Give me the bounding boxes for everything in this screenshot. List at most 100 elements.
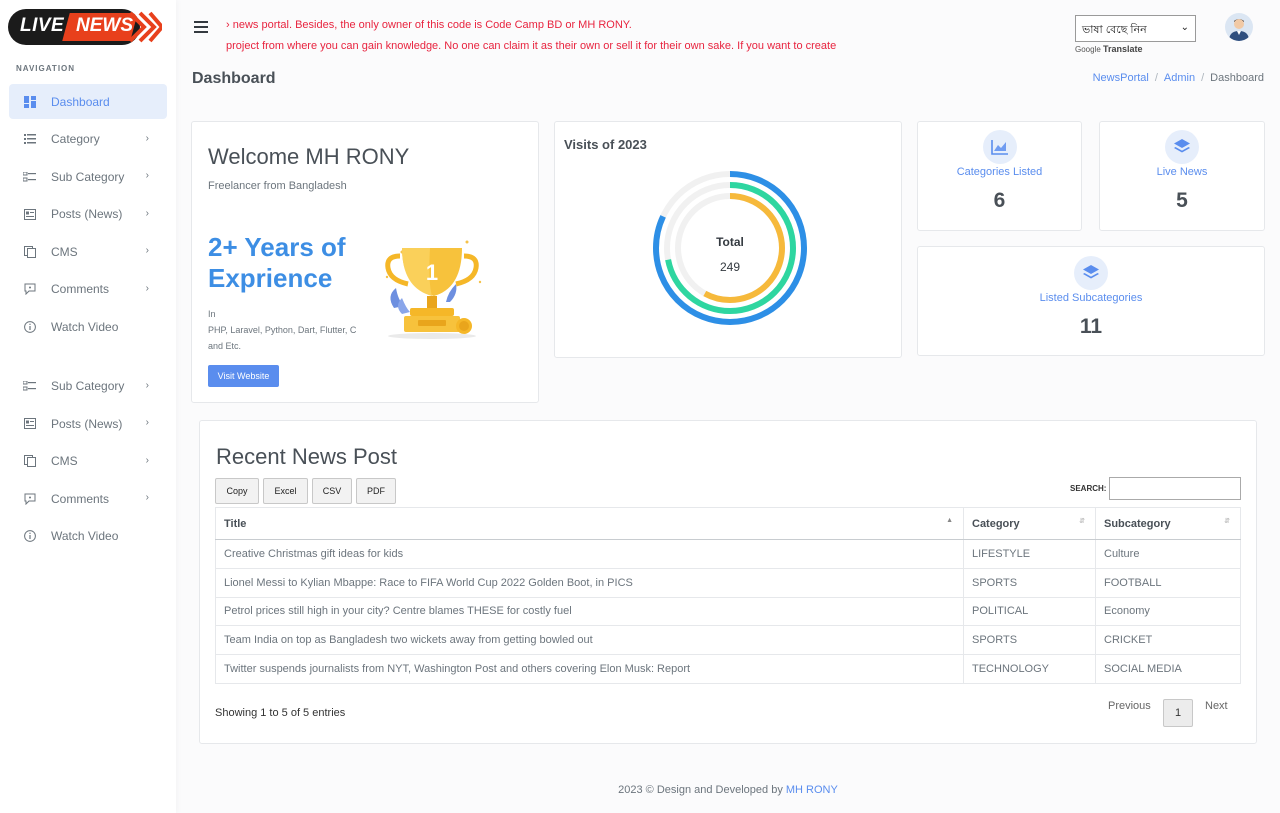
visits-total-label: Total	[716, 235, 744, 249]
table-row[interactable]: Twitter suspends journalists from NYT, W…	[215, 654, 1241, 684]
comment-icon	[23, 283, 36, 296]
pages-icon	[23, 245, 36, 258]
table-row[interactable]: Creative Christmas gift ideas for kids L…	[215, 539, 1241, 569]
layers-icon	[1074, 256, 1108, 290]
nav-item-cms[interactable]: CMS ›	[9, 234, 167, 269]
nav-item-comments-2[interactable]: Comments ›	[9, 481, 167, 516]
skills-text: In PHP, Laravel, Python, Dart, Flutter, …	[208, 309, 357, 351]
breadcrumb-admin[interactable]: Admin	[1164, 72, 1195, 84]
info-icon	[23, 530, 36, 543]
chevron-right-icon: ›	[145, 282, 149, 294]
visit-website-button[interactable]: Visit Website	[208, 365, 279, 387]
nav-label: Posts (News)	[51, 207, 123, 221]
layers-icon	[1165, 130, 1199, 164]
chevron-right-icon: ›	[145, 132, 149, 144]
nav-label: CMS	[51, 244, 78, 259]
visits-title: Visits of 2023	[564, 137, 647, 152]
table-row[interactable]: Team India on top as Bangladesh two wick…	[215, 625, 1241, 655]
marquee-text-line2: project from where you can gain knowledg…	[226, 40, 837, 52]
chevron-down-icon: ⌄	[1180, 22, 1189, 33]
comment-icon	[23, 492, 36, 505]
nav-item-watch-video[interactable]: Watch Video	[9, 309, 167, 344]
nav-label: Sub Category	[51, 379, 125, 393]
nav-item-watch-video-2[interactable]: Watch Video	[9, 519, 167, 554]
nav-item-posts-2[interactable]: Posts (News) ›	[9, 406, 167, 441]
live-news-stat-value: 5	[1176, 189, 1188, 212]
chevron-right-icon: ›	[145, 454, 149, 466]
brand-logo[interactable]: LIVE NEWS	[8, 9, 164, 45]
pages-icon	[23, 455, 36, 468]
live-news-stat-card[interactable]: Live News 5	[1099, 121, 1265, 231]
page-1-button[interactable]: 1	[1163, 699, 1193, 727]
menu-toggle-icon[interactable]	[194, 21, 208, 36]
cell-category: SPORTS	[963, 625, 1096, 655]
cell-category: POLITICAL	[963, 596, 1096, 626]
subcategories-stat-label: Listed Subcategories	[1039, 292, 1143, 304]
previous-page-button[interactable]: Previous	[1108, 700, 1151, 712]
language-select[interactable]: ভাষা বেছে নিন ⌄	[1075, 15, 1196, 42]
nav-label: Watch Video	[51, 529, 119, 543]
logo-chevrons-icon	[128, 11, 162, 43]
nav-item-cms-2[interactable]: CMS ›	[9, 444, 167, 479]
pdf-button[interactable]: PDF	[356, 478, 396, 504]
chevron-right-icon: ›	[145, 245, 149, 256]
cell-subcategory: SOCIAL MEDIA	[1095, 654, 1241, 684]
subcategories-stat-card[interactable]: Listed Subcategories 11	[917, 246, 1265, 356]
visits-radial-chart: Total 249	[653, 171, 807, 325]
live-news-stat-label: Live News	[1156, 166, 1208, 178]
table-row[interactable]: Petrol prices still high in your city? C…	[215, 596, 1241, 626]
copy-button[interactable]: Copy	[215, 478, 259, 504]
language-select-value: ভাষা বেছে নিন	[1082, 24, 1147, 36]
column-header-title[interactable]: Title ▲	[215, 507, 964, 540]
breadcrumb: NewsPortal / Admin / Dashboard	[1092, 72, 1264, 84]
excel-button[interactable]: Excel	[263, 478, 308, 504]
user-avatar-icon	[1229, 19, 1249, 41]
categories-stat-label: Categories Listed	[956, 166, 1043, 178]
nav-item-sub-category[interactable]: Sub Category ›	[9, 159, 167, 194]
nav-item-dashboard[interactable]: Dashboard	[9, 84, 167, 119]
marquee-text-line1: › news portal. Besides, the only owner o…	[226, 19, 632, 31]
cell-subcategory: CRICKET	[1095, 625, 1241, 655]
search-label: SEARCH:	[1070, 484, 1107, 493]
cell-title: Petrol prices still high in your city? C…	[215, 596, 964, 626]
visits-total-value: 249	[720, 260, 740, 274]
column-header-subcategory[interactable]: Subcategory ⇵	[1095, 507, 1241, 540]
cell-title: Lionel Messi to Kylian Mbappe: Race to F…	[215, 567, 964, 598]
nav-label: Comments	[51, 491, 110, 506]
categories-stat-card[interactable]: Categories Listed 6	[917, 121, 1082, 231]
google-translate-label[interactable]: Google Translate	[1075, 44, 1143, 54]
nav-menu: Dashboard Category › Sub Category › Post…	[9, 84, 167, 556]
news-table: Title ▲ Category ⇵ Subcategory ⇵ Creative C…	[215, 507, 1241, 684]
nav-item-posts[interactable]: Posts (News) ›	[9, 197, 167, 232]
csv-button[interactable]: CSV	[312, 478, 352, 504]
nav-item-category[interactable]: Category ›	[9, 122, 167, 157]
nav-item-comments[interactable]: Comments ›	[9, 272, 167, 307]
welcome-card: Welcome MH RONY Freelancer from Banglade…	[191, 121, 539, 403]
chart-line-icon	[982, 130, 1017, 164]
visits-card: Visits of 2023 Total 249	[554, 121, 902, 358]
chevron-right-icon: ›	[145, 207, 149, 219]
nav-label: Posts (News)	[51, 416, 123, 431]
next-page-button[interactable]: Next	[1205, 700, 1228, 712]
page-title: Dashboard	[192, 70, 276, 87]
info-icon	[23, 320, 36, 333]
cell-title: Twitter suspends journalists from NYT, W…	[215, 654, 964, 684]
dashboard-icon	[23, 95, 36, 108]
cell-category: SPORTS	[963, 567, 1096, 598]
sort-icon: ⇵	[1224, 518, 1230, 525]
search-input[interactable]	[1109, 477, 1241, 500]
sublist-icon	[23, 380, 36, 393]
table-row[interactable]: Lionel Messi to Kylian Mbappe: Race to F…	[215, 567, 1241, 598]
user-avatar[interactable]	[1225, 13, 1253, 41]
cell-category: TECHNOLOGY	[963, 654, 1096, 684]
recent-news-card: Recent News Post Copy Excel CSV PDF SEAR…	[199, 420, 1257, 744]
cell-subcategory: Economy	[1095, 596, 1241, 626]
breadcrumb-newsportal[interactable]: NewsPortal	[1093, 72, 1149, 84]
footer-author-link[interactable]: MH RONY	[786, 784, 838, 796]
column-header-category[interactable]: Category ⇵	[963, 507, 1096, 540]
experience-heading: 2+ Years of Exprience	[208, 232, 346, 293]
welcome-title: Welcome MH RONY	[208, 144, 410, 169]
cell-title: Team India on top as Bangladesh two wick…	[215, 625, 964, 655]
nav-item-sub-category-2[interactable]: Sub Category ›	[9, 369, 167, 404]
sort-icon: ⇵	[1079, 518, 1085, 525]
